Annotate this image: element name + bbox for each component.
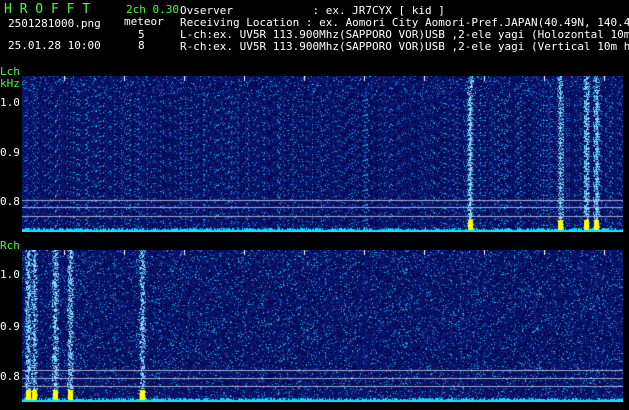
rch-tick-label: 0.9 <box>0 320 20 333</box>
lch-tick-label: 0.9 <box>0 146 20 159</box>
filename: 2501281000.png <box>8 17 101 30</box>
channel-info: 2ch 0.30 <box>126 3 179 16</box>
hrofft-screen: H R O F F T 2ch 0.30 meteor 2501281000.p… <box>0 0 629 410</box>
lch-waterfall <box>22 76 623 232</box>
rch-label: Rch <box>0 239 20 252</box>
rch-waterfall <box>22 250 623 402</box>
lch-tick-label: 0.8 <box>0 195 20 208</box>
rch-tick-label: 1.0 <box>0 268 20 281</box>
lch-config-line: L-ch:ex. UV5R 113.900Mhz(SAPPORO VOR)USB… <box>180 28 629 41</box>
location-line: Receiving Location : ex. Aomori City Aom… <box>180 16 629 29</box>
rch-config-line: R-ch:ex. UV5R 113.900Mhz(SAPPORO VOR)USB… <box>180 40 629 53</box>
timestamp: 25.01.28 10:00 <box>8 39 101 52</box>
rch-meteor-count: 8 <box>138 39 145 52</box>
lch-label: Lch <box>0 65 20 78</box>
rch-tick-label: 0.8 <box>0 370 20 383</box>
app-title: H R O F F T <box>4 2 91 17</box>
meteor-label: meteor <box>124 15 164 28</box>
observer-line: Ovserver : ex. JR7CYX [ kid ] <box>180 4 445 17</box>
lch-unit: kHz <box>0 77 20 90</box>
lch-tick-label: 1.0 <box>0 96 20 109</box>
